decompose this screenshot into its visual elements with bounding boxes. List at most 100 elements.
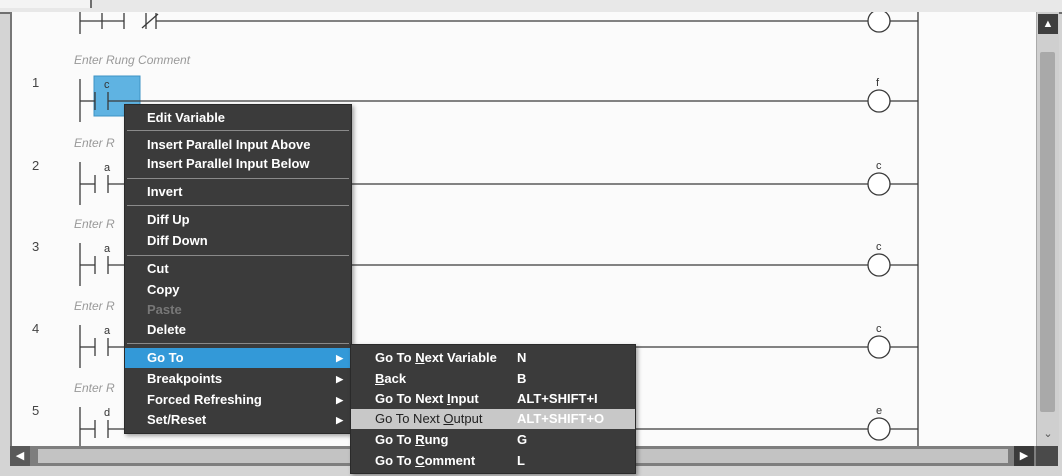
mnemonic: O xyxy=(443,411,454,426)
label-part: Go To xyxy=(375,453,416,468)
menu-item-label: Edit Variable xyxy=(147,110,226,125)
menu-item-edit-variable[interactable]: Edit Variable xyxy=(125,108,351,128)
menu-item-breakpoints[interactable]: Breakpoints ▶ xyxy=(125,369,351,389)
ladder-editor-window: 1 Enter Rung Comment c f 2 Enter Ra c 3 Enter Ra… xyxy=(0,0,1062,476)
submenu-item-label: Go To Next Input xyxy=(375,389,479,409)
output-coil[interactable] xyxy=(867,253,891,277)
submenu-arrow-icon: ▶ xyxy=(336,415,343,425)
label-part: ack xyxy=(384,371,407,386)
goto-submenu: Go To Next Variable N Back B Go To Next … xyxy=(350,344,636,474)
label-part: Go To xyxy=(375,350,416,365)
menu-item-label: Forced Refreshing xyxy=(147,392,262,407)
shortcut: ALT+SHIFT+I xyxy=(517,391,598,406)
menu-item-label: Insert Parallel Input Above xyxy=(147,137,311,152)
menu-item-label: Invert xyxy=(147,184,183,199)
output-coil[interactable] xyxy=(867,417,891,441)
coil-variable-label: c xyxy=(876,160,882,172)
menu-item-set-reset[interactable]: Set/Reset ▶ xyxy=(125,410,351,430)
coil-variable-label: c xyxy=(876,323,882,335)
submenu-item-next-output[interactable]: Go To Next Output ALT+SHIFT+O xyxy=(351,409,635,429)
rung-comment[interactable]: Enter R xyxy=(74,136,115,150)
menu-item-insert-parallel-below[interactable]: Insert Parallel Input Below xyxy=(125,154,351,174)
submenu-item-label: Go To Next Variable xyxy=(375,348,497,368)
menu-separator xyxy=(127,178,349,179)
shortcut: G xyxy=(517,432,528,447)
rung-comment[interactable]: Enter R xyxy=(74,217,115,231)
menu-item-label: Diff Up xyxy=(147,212,190,227)
menu-separator xyxy=(127,255,349,256)
label-part: ung xyxy=(424,432,449,447)
scroll-up-icon[interactable]: ▲ xyxy=(1038,14,1058,34)
menu-item-label: Diff Down xyxy=(147,233,208,248)
mnemonic: B xyxy=(375,371,385,386)
scroll-right-icon[interactable]: ▶ xyxy=(1014,446,1034,466)
menu-separator xyxy=(127,343,349,344)
submenu-arrow-icon: ▶ xyxy=(336,374,343,384)
label-part: Go To Next xyxy=(375,391,447,406)
label-part: Go To Next xyxy=(375,411,444,426)
menu-item-invert[interactable]: Invert xyxy=(125,182,351,202)
rung-number: 4 xyxy=(32,321,39,336)
shortcut: B xyxy=(517,371,527,386)
coil-variable-label: f xyxy=(876,77,880,89)
coil-variable-label: e xyxy=(876,405,882,417)
menu-item-forced-refreshing[interactable]: Forced Refreshing ▶ xyxy=(125,390,351,410)
label-part: Go To xyxy=(375,432,416,447)
output-coil[interactable] xyxy=(867,335,891,359)
top-tab xyxy=(0,0,92,8)
rung-comment[interactable]: Enter Rung Comment xyxy=(74,53,191,67)
shortcut: N xyxy=(517,350,527,365)
contact-variable-label: a xyxy=(104,325,111,337)
coil-variable-label: c xyxy=(876,241,882,253)
menu-item-cut[interactable]: Cut xyxy=(125,259,351,279)
mnemonic: C xyxy=(415,453,425,468)
menu-item-copy[interactable]: Copy xyxy=(125,280,351,300)
rung-comment[interactable]: Enter R xyxy=(74,381,115,395)
menu-item-diff-down[interactable]: Diff Down xyxy=(125,231,351,251)
output-coil[interactable] xyxy=(867,89,891,113)
scrollbar-corner xyxy=(1036,446,1058,466)
submenu-arrow-icon: ▶ xyxy=(336,395,343,405)
contact-variable-label: a xyxy=(104,243,111,255)
mnemonic: N xyxy=(415,350,425,365)
vertical-scrollbar[interactable]: ▲ ⌄ xyxy=(1036,12,1059,446)
submenu-item-rung[interactable]: Go To Rung G xyxy=(351,430,635,450)
menu-item-delete[interactable]: Delete xyxy=(125,320,351,340)
rung-number: 3 xyxy=(32,239,39,254)
submenu-item-next-input[interactable]: Go To Next Input ALT+SHIFT+I xyxy=(351,389,635,409)
menu-item-diff-up[interactable]: Diff Up xyxy=(125,210,351,230)
menu-item-label: Insert Parallel Input Below xyxy=(147,156,310,171)
scroll-down-icon[interactable]: ⌄ xyxy=(1038,424,1058,444)
contact-variable-label: c xyxy=(104,79,110,91)
submenu-item-next-variable[interactable]: Go To Next Variable N xyxy=(351,348,635,368)
menu-item-label: Paste xyxy=(147,302,182,317)
vertical-scroll-thumb[interactable] xyxy=(1040,52,1055,412)
rung-number: 5 xyxy=(32,403,39,418)
mnemonic: R xyxy=(415,432,425,447)
rung-0-partial xyxy=(79,12,918,34)
menu-item-label: Go To xyxy=(147,350,184,365)
rung-comment[interactable]: Enter R xyxy=(74,299,115,313)
submenu-item-label: Back xyxy=(375,369,406,389)
label-part: ext Variable xyxy=(424,350,497,365)
output-coil[interactable] xyxy=(867,172,891,196)
submenu-item-comment[interactable]: Go To Comment L xyxy=(351,451,635,471)
menu-item-go-to[interactable]: Go To ▶ xyxy=(125,348,351,368)
rung-number: 1 xyxy=(32,75,39,90)
submenu-item-back[interactable]: Back B xyxy=(351,369,635,389)
menu-separator xyxy=(127,130,349,131)
scroll-left-icon[interactable]: ◀ xyxy=(10,446,30,466)
submenu-item-label: Go To Comment xyxy=(375,451,475,471)
menu-item-paste: Paste xyxy=(125,300,351,320)
menu-item-label: Copy xyxy=(147,282,180,297)
label-part: nput xyxy=(450,391,479,406)
label-part: omment xyxy=(424,453,476,468)
label-part: utput xyxy=(453,411,483,426)
shortcut: L xyxy=(517,453,525,468)
menu-item-label: Breakpoints xyxy=(147,371,223,386)
submenu-item-label: Go To Rung xyxy=(375,430,448,450)
shortcut: ALT+SHIFT+O xyxy=(517,411,605,426)
contact-variable-label: a xyxy=(104,162,111,174)
menu-item-insert-parallel-above[interactable]: Insert Parallel Input Above xyxy=(125,135,351,155)
contact-variable-label: d xyxy=(104,407,110,419)
